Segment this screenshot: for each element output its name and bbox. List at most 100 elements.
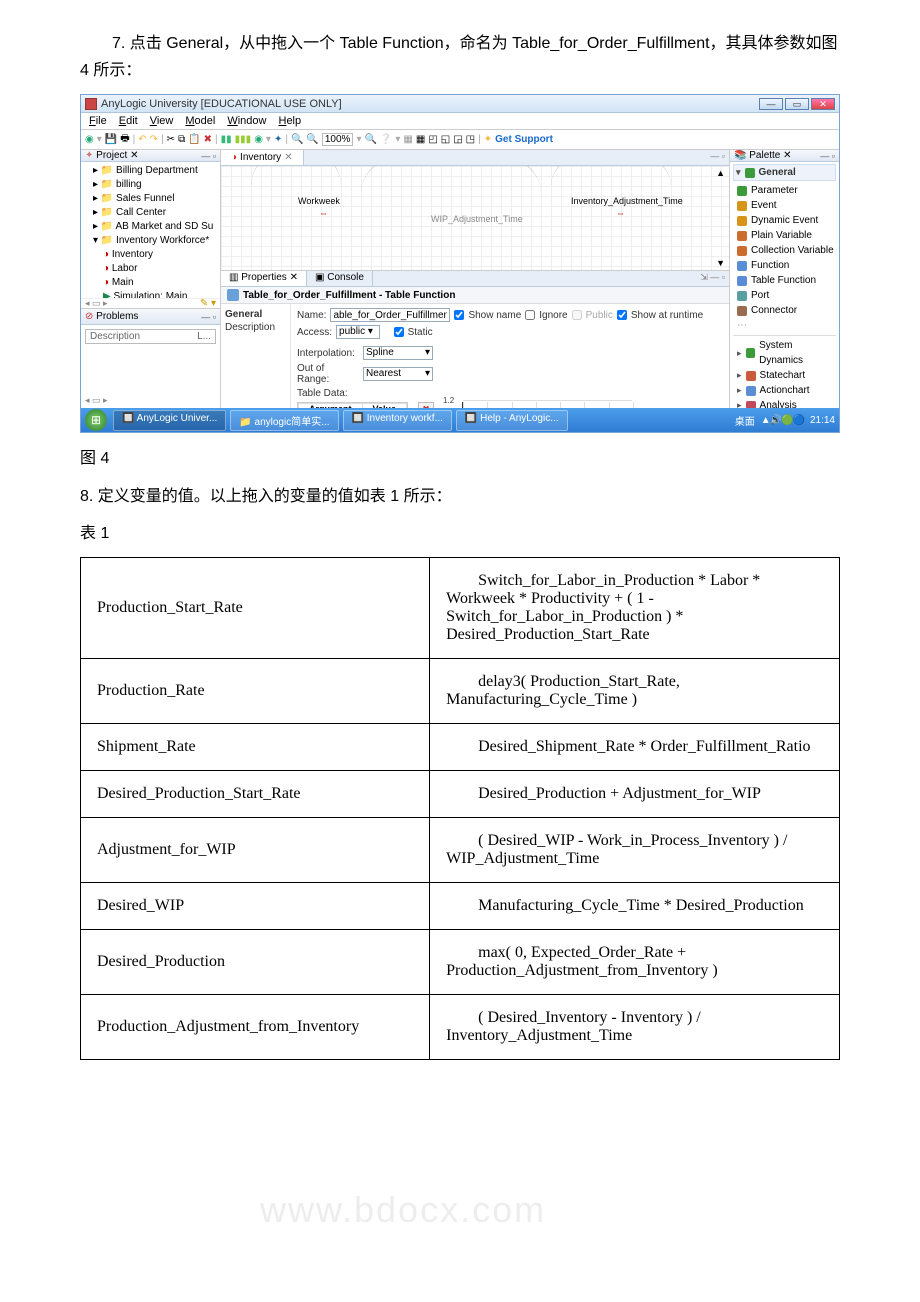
palette-item[interactable]: Dynamic Event [733,213,836,228]
zoom-fit-icon[interactable]: 🔍 [364,134,376,145]
tree-item[interactable]: ▸ 📁 billing [85,178,216,192]
palette-item[interactable]: Collection Variable [733,243,836,258]
tree-item[interactable]: ◑ Inventory [85,248,216,262]
variables-table: Production_Start_RateSwitch_for_Labor_in… [80,557,840,1060]
menu-edit[interactable]: Edit [115,115,142,127]
palette-category[interactable]: ▸Analysis [733,398,836,408]
zoom-out-icon[interactable]: 🔍 [306,134,318,145]
outofrange-select[interactable]: Nearest ▾ [363,367,433,381]
support-icon[interactable]: ✦ [484,134,492,145]
static-checkbox[interactable] [394,327,404,337]
menu-view[interactable]: View [146,115,178,127]
tree-item[interactable]: ◑ Labor [85,262,216,276]
tree-item[interactable]: ◑ Main [85,276,216,290]
start-button[interactable]: ⊞ [85,409,107,431]
tab-properties[interactable]: ▥ Properties ✕ [221,271,307,286]
project-tree[interactable]: ▸ 📁 Billing Department▸ 📁 billing▸ 📁 Sal… [81,162,220,298]
editor-tab-inventory[interactable]: ◑ Inventory ✕ [221,150,304,165]
close-button[interactable]: ✕ [811,98,835,110]
task-item[interactable]: 🔲 Inventory workf... [343,410,452,431]
grid-icon[interactable]: ▦ [403,134,412,145]
properties-side-tabs: General Description [221,304,291,408]
ignore-checkbox[interactable] [525,310,535,320]
tree-item[interactable]: ▾ 📁 Inventory Workforce* [85,234,216,248]
maximize-button[interactable]: ▭ [785,98,809,110]
get-support-link[interactable]: Get Support [495,134,553,145]
palette-category[interactable]: ▸Actionchart [733,383,836,398]
redo-icon[interactable]: ↷ [150,134,158,145]
new-icon[interactable]: ◉ [85,134,94,145]
system-tray[interactable]: 桌面 ▲🔊🟢🔵 21:14 [735,413,835,428]
palette-item[interactable]: Connector [733,303,836,318]
tree-item[interactable]: ▸ 📁 Sales Funnel [85,192,216,206]
palette-category[interactable]: ▸Statechart [733,368,836,383]
zoom-box[interactable]: 100% [322,133,354,146]
public-label: Public [586,310,613,321]
palette-item[interactable]: Parameter [733,183,836,198]
show-name-checkbox[interactable] [454,310,464,320]
interpolation-select[interactable]: Spline ▾ [363,346,433,360]
tab-console[interactable]: ▣ Console [307,271,373,286]
bars-icon[interactable]: ▮▮▮ [235,134,252,145]
palette-more[interactable]: ⋯ [733,318,836,333]
delete-row-button[interactable]: ✖ [418,402,434,408]
tree-item[interactable]: ▸ 📁 AB Market and SD Su [85,220,216,234]
print-icon[interactable]: 🖶 [120,131,129,148]
problems-description-header[interactable]: DescriptionL... [85,329,216,344]
menu-help[interactable]: Help [274,115,305,127]
task-item[interactable]: 🔲 Help - AnyLogic... [456,410,568,431]
nav3-icon[interactable]: ◲ [453,134,462,145]
play-icon[interactable]: ◉ [254,134,263,145]
palette-tab-label[interactable]: Palette [749,150,780,161]
side-tab-general[interactable]: General [225,308,286,321]
palette-item[interactable]: Function [733,258,836,273]
cut-icon[interactable]: ✂ [167,134,175,145]
nav4-icon[interactable]: ◳ [466,134,475,145]
tray-icons[interactable]: ▲🔊🟢🔵 [761,415,804,426]
paste-icon[interactable]: 📋 [188,134,200,145]
wand-icon[interactable]: ✦ [274,134,282,145]
editor-canvas[interactable]: Workweek Inventory_Adjustment_Time WIP_A… [221,166,729,271]
editor-min-icon[interactable]: — ▫ [706,150,729,165]
palette-item[interactable]: Port [733,288,836,303]
access-select[interactable]: public ▾ [336,325,380,339]
name-input[interactable] [330,308,450,322]
bar-icon[interactable]: ▮▮ [221,134,232,145]
tree-item[interactable]: ▶ Simulation: Main [85,290,216,298]
project-tab-label[interactable]: Project [96,150,127,161]
task-item[interactable]: 📁 anylogic简单实... [230,410,338,431]
palette-category[interactable]: ▸System Dynamics [733,338,836,368]
palette-item[interactable]: Plain Variable [733,228,836,243]
zoom-in-icon[interactable]: 🔍 [291,134,303,145]
tree-item[interactable]: ▸ 📁 Billing Department [85,164,216,178]
close-tab-icon[interactable]: ✕ [284,152,292,163]
undo-icon[interactable]: ↶ [138,134,146,145]
table-data-grid[interactable]: ArgumentValue 000.20.20.40.40.60.580.80.… [297,402,408,408]
panel-min-icon[interactable]: — ▫ [201,151,216,161]
task-item[interactable]: 🔲 AnyLogic Univer... [113,410,226,431]
palette-item[interactable]: Event [733,198,836,213]
delete-icon[interactable]: ✖ [204,134,212,145]
tray-desktop-label[interactable]: 桌面 [735,413,755,428]
nav1-icon[interactable]: ◰ [428,134,437,145]
palette-general-head[interactable]: ▾General [733,164,836,181]
palette-item[interactable]: Table Function [733,273,836,288]
nav2-icon[interactable]: ◱ [441,134,450,145]
menu-file[interactable]: File [85,115,111,127]
show-runtime-checkbox[interactable] [617,310,627,320]
palette-min-icon[interactable]: — ▫ [820,151,835,161]
minimize-button[interactable]: — [759,98,783,110]
help-icon[interactable]: ❔ [380,134,392,145]
tree-item[interactable]: ▸ 📁 Call Center [85,206,216,220]
problems-tab-label[interactable]: Problems [96,311,138,322]
menu-window[interactable]: Window [223,115,270,127]
titlebar: AnyLogic University [EDUCATIONAL USE ONL… [81,95,839,113]
side-tab-description[interactable]: Description [225,321,286,334]
save-icon[interactable]: 💾 [105,134,117,145]
menu-model[interactable]: Model [181,115,219,127]
tab-properties-label: Properties [241,272,287,283]
props-min-icon[interactable]: ⇲ — ▫ [696,271,729,286]
problems-min-icon[interactable]: — ▫ [201,312,216,322]
copy-icon[interactable]: ⧉ [178,134,185,145]
grid2-icon[interactable]: ▦ [416,134,425,145]
